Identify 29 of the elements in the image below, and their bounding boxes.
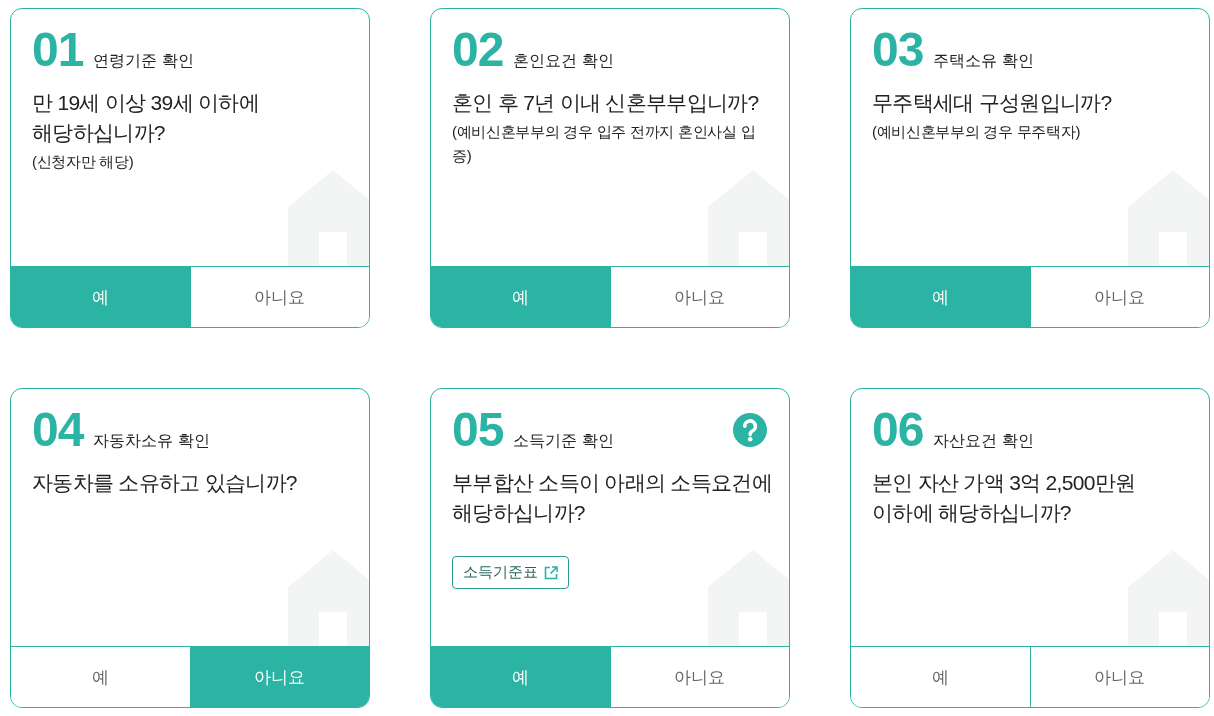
- step-number: 01: [32, 26, 84, 74]
- step-number: 02: [452, 26, 504, 74]
- step-number: 03: [872, 26, 924, 74]
- question-text: 부부합산 소득이 아래의 소득요건에 해당하십니까?: [452, 470, 773, 526]
- step-title: 주택소유 확인: [933, 51, 1034, 71]
- question-text: 만 19세 이상 39세 이하에 해당하십니까?: [32, 90, 260, 146]
- answer-button[interactable]: 아니요: [609, 647, 789, 707]
- answer-button[interactable]: 아니요: [1029, 267, 1209, 327]
- step-number: 04: [32, 406, 84, 454]
- step-number: 06: [872, 406, 924, 454]
- note-text: (예비신혼부부의 경우 무주택자): [872, 122, 1082, 142]
- help-icon[interactable]: [733, 413, 767, 447]
- step-number: 05: [452, 406, 504, 454]
- question-text: 자동차를 소유하고 있습니까?: [32, 470, 298, 496]
- step-title: 자산요건 확인: [933, 431, 1034, 451]
- step-title: 혼인요건 확인: [513, 51, 614, 71]
- answer-button[interactable]: 아니요: [189, 267, 369, 327]
- question-text: 본인 자산 가액 3억 2,500만원 이하에 해당하십니까?: [872, 470, 1137, 526]
- question-text: 혼인 후 7년 이내 신혼부부입니까?: [452, 90, 760, 116]
- external-link-icon: [544, 565, 558, 580]
- step-title: 연령기준 확인: [93, 51, 194, 71]
- note-text: (신청자만 해당): [32, 152, 135, 172]
- step-title: 소득기준 확인: [513, 431, 614, 451]
- note-text: (예비신혼부부의 경우 입주 전까지 혼인사실 입증): [452, 122, 757, 166]
- answer-button[interactable]: 아니요: [609, 267, 789, 327]
- question-text: 무주택세대 구성원입니까?: [872, 90, 1113, 116]
- step-title: 자동차소유 확인: [93, 431, 210, 451]
- answer-button[interactable]: 아니요: [1029, 647, 1209, 707]
- income-table-link[interactable]: 소득기준표: [452, 556, 569, 589]
